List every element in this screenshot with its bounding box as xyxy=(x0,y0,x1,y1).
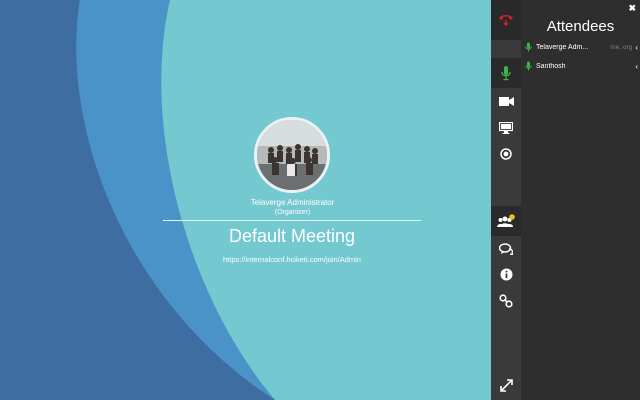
attendee-row[interactable]: Santhosh ‹ xyxy=(525,59,638,73)
info-icon xyxy=(500,268,512,280)
divider xyxy=(163,220,421,221)
panel-title: Attendees xyxy=(546,18,615,35)
meeting-toolbar xyxy=(491,0,521,400)
microphone-icon xyxy=(501,66,511,81)
attendee-name: Santhosh xyxy=(536,62,566,70)
video-camera-icon xyxy=(498,96,514,106)
meeting-info: Telaverge Administrator (Organizer) Defa… xyxy=(0,0,491,400)
organizer-avatar xyxy=(254,117,330,193)
screen-share-button[interactable] xyxy=(494,117,518,139)
record-button[interactable] xyxy=(494,143,518,165)
chat-button[interactable] xyxy=(494,238,518,260)
meeting-stage: Telaverge Administrator (Organizer) Defa… xyxy=(0,0,491,400)
screen-share-icon xyxy=(499,122,513,134)
meeting-title: Default Meeting xyxy=(228,226,356,246)
attendees-icon xyxy=(497,214,515,227)
fullscreen-icon xyxy=(499,378,513,392)
attendees-button[interactable] xyxy=(494,210,518,232)
attendee-name: Telaverge Adm... xyxy=(536,43,589,51)
video-button[interactable] xyxy=(494,90,518,112)
organizer-name: Telaverge Administrator xyxy=(250,198,335,207)
hangup-icon xyxy=(499,15,513,26)
fullscreen-button[interactable] xyxy=(494,374,518,396)
chevron-left-icon[interactable]: ‹ xyxy=(635,62,638,71)
microphone-icon xyxy=(525,42,532,52)
record-icon xyxy=(500,148,512,160)
attendee-tag: me, org xyxy=(610,43,633,51)
info-button[interactable] xyxy=(494,263,518,285)
meeting-join-url[interactable]: https://internalconf.hciketi.com/join/Ad… xyxy=(150,255,434,264)
chat-icon xyxy=(499,243,513,255)
organizer-role: (Organizer) xyxy=(274,209,311,216)
link-button[interactable] xyxy=(494,290,518,312)
microphone-button[interactable] xyxy=(494,62,518,84)
microphone-icon xyxy=(525,61,532,71)
attendee-row[interactable]: Telaverge Adm... me, org ‹ xyxy=(525,40,638,54)
link-icon xyxy=(499,294,513,308)
close-panel-button[interactable]: ✖ xyxy=(628,3,636,14)
hangup-button[interactable] xyxy=(494,8,518,30)
attendees-panel: ✖ Attendees Telaverge Adm... me, org ‹ S… xyxy=(521,0,640,400)
chevron-left-icon[interactable]: ‹ xyxy=(635,43,638,52)
